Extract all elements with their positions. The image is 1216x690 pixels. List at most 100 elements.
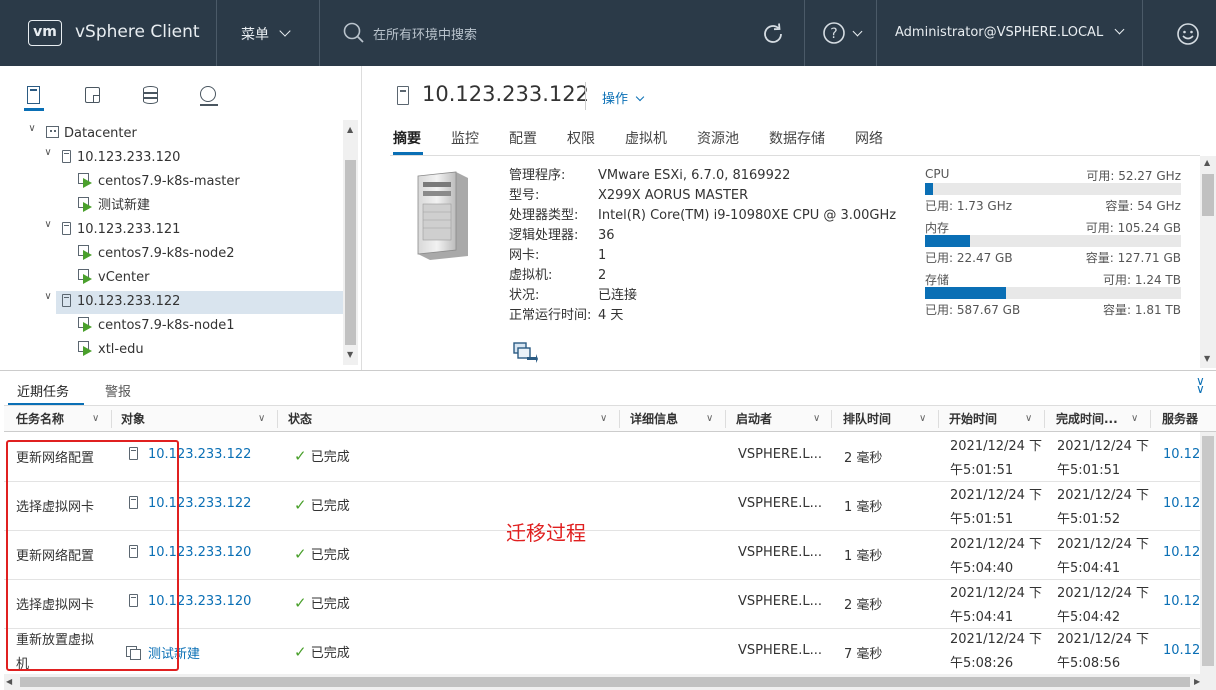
memory-label: 内存 — [925, 221, 950, 235]
help-menu[interactable]: ? — [822, 21, 868, 47]
tree-vm-vcenter[interactable]: vCenter — [78, 267, 149, 289]
tree-host-122[interactable]: 10.123.233.122 — [62, 291, 180, 313]
cpu-capacity: 容量: 54 GHz — [1105, 199, 1181, 213]
search-input[interactable]: 在所有环境中搜索 — [373, 24, 477, 43]
tasks-panel-divider[interactable] — [0, 370, 1216, 371]
col-separator[interactable] — [619, 410, 620, 428]
col-details[interactable]: 详细信息 — [630, 406, 678, 432]
task-start-time: 2021/12/24 下午5:04:40 — [950, 537, 1043, 576]
chevron-down-icon[interactable]: ∨ — [258, 406, 265, 432]
title-divider — [585, 82, 586, 110]
col-separator[interactable] — [725, 410, 726, 428]
smiley-feedback-icon[interactable] — [1176, 22, 1200, 46]
prop-logical-cpus-value: 36 — [598, 228, 615, 243]
col-separator[interactable] — [1150, 410, 1151, 428]
tab-resource-pools[interactable]: 资源池 — [697, 128, 739, 148]
col-separator[interactable] — [831, 410, 832, 428]
chevron-down-icon — [852, 26, 863, 37]
refresh-icon[interactable] — [760, 21, 786, 47]
chevron-down-icon[interactable]: ∨ — [813, 406, 820, 432]
col-server[interactable]: 服务器 — [1162, 406, 1198, 432]
col-completion-time[interactable]: 完成时间... — [1056, 406, 1118, 432]
col-status[interactable]: 状态 — [288, 406, 312, 432]
prop-state-label: 状况: — [509, 288, 540, 303]
col-separator[interactable] — [1044, 410, 1045, 428]
col-separator[interactable] — [277, 410, 278, 428]
tree-scrollbar-thumb[interactable] — [345, 160, 356, 345]
tab-configure[interactable]: 配置 — [509, 128, 537, 148]
chevron-down-icon[interactable]: ∨ — [42, 291, 54, 313]
tasks-horizontal-scrollbar[interactable]: ◀ ▶ — [4, 674, 1216, 690]
tree-vm-k8s-master[interactable]: centos7.9-k8s-master — [78, 171, 240, 193]
task-completion-time: 2021/12/24 下午5:01:52 — [1057, 488, 1150, 527]
checkmark-icon: ✓ — [294, 643, 307, 661]
table-row[interactable]: 选择虚拟网卡 10.123.233.122 ✓ 已完成 VSPHERE.L...… — [4, 481, 1213, 531]
detail-scrollbar-thumb[interactable] — [1202, 174, 1214, 216]
task-status: ✓ 已完成 — [294, 594, 350, 612]
chevron-down-icon[interactable]: ∨ — [42, 219, 54, 241]
storage-free: 可用: 1.24 TB — [1103, 273, 1181, 287]
tree-host-label: 10.123.233.121 — [77, 222, 181, 237]
user-menu[interactable]: Administrator@VSPHERE.LOCAL — [895, 24, 1125, 40]
collapse-panel-icon[interactable]: ∨ ∨ — [1196, 375, 1205, 395]
chevron-down-icon[interactable]: ∨ — [42, 147, 54, 169]
tree-scrollbar[interactable]: ▲ ▼ — [343, 120, 358, 365]
prop-vms-label: 虚拟机: — [509, 268, 553, 283]
col-separator[interactable] — [938, 410, 939, 428]
chevron-down-icon[interactable]: ∨ — [26, 123, 38, 145]
tab-networks[interactable]: 网络 — [855, 128, 883, 148]
host-icon — [62, 294, 71, 307]
actions-menu[interactable]: 操作 — [602, 88, 645, 107]
tab-permissions[interactable]: 权限 — [567, 128, 595, 148]
tree-host-120[interactable]: 10.123.233.120 — [62, 147, 180, 169]
vms-templates-view-icon[interactable] — [84, 86, 102, 104]
tab-alarms[interactable]: 警报 — [105, 381, 131, 400]
tasks-scrollbar-thumb[interactable] — [1202, 436, 1214, 666]
task-start-time: 2021/12/24 下午5:01:51 — [950, 439, 1043, 478]
search-box[interactable]: 在所有环境中搜索 — [340, 20, 740, 46]
col-object[interactable]: 对象 — [121, 406, 145, 432]
storage-view-icon[interactable] — [142, 85, 160, 105]
cpu-usage-bar — [925, 183, 1181, 195]
networking-view-icon[interactable] — [199, 85, 219, 106]
col-queued-for[interactable]: 排队时间 — [843, 406, 891, 432]
col-separator[interactable] — [111, 410, 112, 428]
migrate-icon[interactable] — [512, 341, 538, 363]
tree-vm-label: 测试新建 — [98, 198, 151, 213]
app-title[interactable]: vSphere Client — [75, 22, 200, 42]
tab-vms[interactable]: 虚拟机 — [625, 128, 667, 148]
chevron-down-icon[interactable]: ∨ — [92, 406, 99, 432]
cpu-label: CPU — [925, 167, 950, 181]
col-start-time[interactable]: 开始时间 — [949, 406, 997, 432]
tab-recent-tasks[interactable]: 近期任务 — [17, 381, 69, 400]
table-row[interactable]: 更新网络配置 10.123.233.120 ✓ 已完成 VSPHERE.L...… — [4, 530, 1213, 580]
chevron-down-icon[interactable]: ∨ — [1131, 406, 1138, 432]
detail-scrollbar[interactable]: ▲ ▼ — [1200, 156, 1216, 368]
tree-datacenter[interactable]: Datacenter — [46, 123, 137, 145]
chevron-down-icon[interactable]: ∨ — [1025, 406, 1032, 432]
tree-vm-k8s-node1[interactable]: centos7.9-k8s-node1 — [78, 315, 235, 337]
tab-datastores[interactable]: 数据存储 — [769, 128, 825, 148]
table-row[interactable]: 更新网络配置 10.123.233.122 ✓ 已完成 VSPHERE.L...… — [4, 432, 1213, 482]
tree-vm-test-new[interactable]: 测试新建 — [78, 195, 150, 217]
checkmark-icon: ✓ — [294, 594, 307, 612]
table-row[interactable]: 重新放置虚拟机 测试新建 ✓ 已完成 VSPHERE.L... 7 毫秒 202… — [4, 628, 1213, 678]
tab-monitor[interactable]: 监控 — [451, 128, 479, 148]
chevron-down-icon[interactable]: ∨ — [706, 406, 713, 432]
hosts-clusters-view-icon[interactable] — [24, 84, 44, 111]
col-initiator[interactable]: 启动者 — [736, 406, 772, 432]
vmware-logo[interactable]: vm — [28, 20, 62, 46]
tree-host-121[interactable]: 10.123.233.121 — [62, 219, 180, 241]
tree-vm-k8s-node2[interactable]: centos7.9-k8s-node2 — [78, 243, 235, 265]
menu-button[interactable]: 菜单 — [241, 24, 292, 44]
chevron-down-icon[interactable]: ∨ — [919, 406, 926, 432]
tree-vm-xtl-edu[interactable]: xtl-edu — [78, 339, 144, 361]
col-task-name[interactable]: 任务名称 — [16, 406, 64, 432]
tasks-vertical-scrollbar[interactable] — [1200, 432, 1216, 674]
table-row[interactable]: 选择虚拟网卡 10.123.233.120 ✓ 已完成 VSPHERE.L...… — [4, 579, 1213, 629]
panel-divider[interactable] — [361, 66, 362, 370]
memory-usage-fill — [925, 235, 971, 247]
chevron-down-icon[interactable]: ∨ — [600, 406, 607, 432]
tasks-hscroll-thumb[interactable] — [20, 677, 1190, 687]
tab-summary[interactable]: 摘要 — [393, 128, 421, 148]
